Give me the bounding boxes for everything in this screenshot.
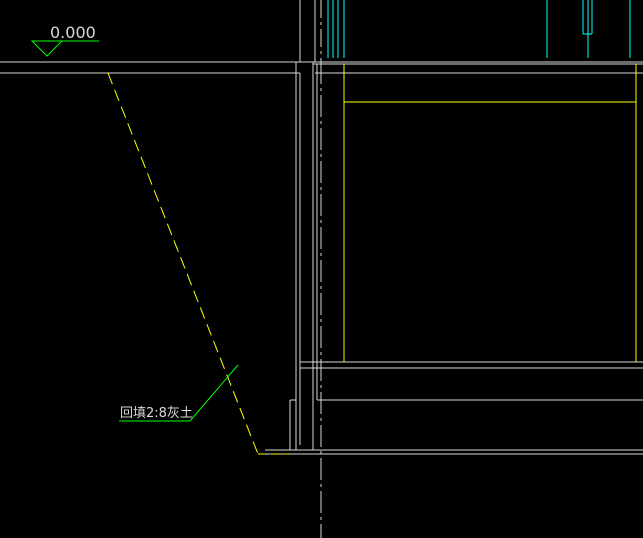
elevation-label: 0.000 [50,23,96,42]
base-slab [265,361,643,455]
cad-drawing-canvas[interactable]: 0.000 回填2:8灰土 [0,0,643,538]
backfill-label: 回填2:8灰土 [120,406,193,421]
backfill-note: 回填2:8灰土 [119,364,239,422]
excavation-slope [107,72,290,455]
upper-wall-lines [299,0,322,62]
elevation-triangle-icon [30,40,64,57]
backfill-leader-line [189,364,239,422]
yellow-slab-outline [343,64,637,362]
cyan-rebar-lines [327,0,631,58]
foundation-wall [295,62,643,450]
elevation-marker: 0.000 [30,23,99,57]
